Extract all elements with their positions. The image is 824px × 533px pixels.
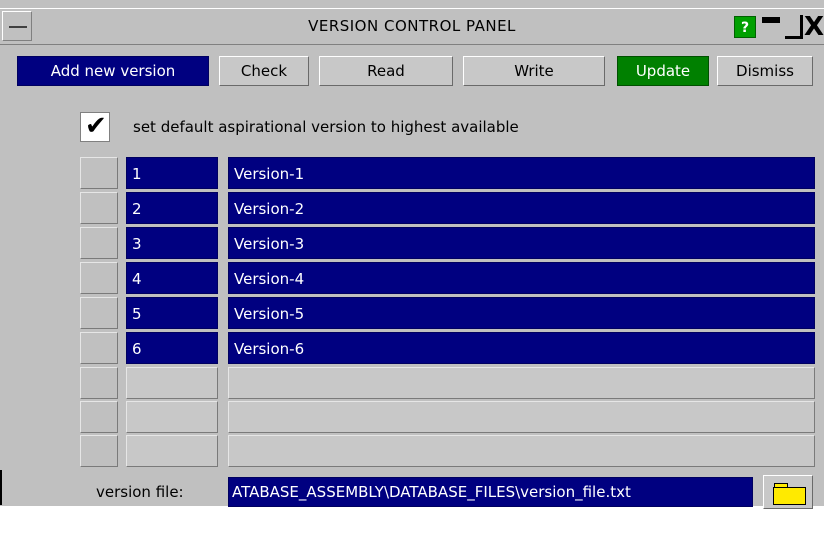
version-number[interactable]: 4 [126, 262, 218, 294]
empty-version-row[interactable] [80, 367, 815, 399]
version-file-input[interactable]: ATABASE_ASSEMBLY\DATABASE_FILES\version_… [228, 477, 753, 507]
toolbar: Add new version Check Read Write Update … [0, 52, 824, 90]
checkmark-icon: ✔ [85, 111, 107, 141]
row-select-button[interactable] [80, 157, 118, 189]
version-name[interactable]: Version-6 [228, 332, 815, 364]
version-name[interactable] [228, 435, 815, 467]
version-number[interactable]: 5 [126, 297, 218, 329]
version-name[interactable]: Version-2 [228, 192, 815, 224]
version-row[interactable]: 3 Version-3 [80, 227, 815, 259]
close-button[interactable]: X [803, 13, 824, 41]
default-highest-checkbox[interactable]: ✔ [80, 111, 110, 142]
empty-version-row[interactable] [80, 401, 815, 433]
version-number[interactable] [126, 401, 218, 433]
version-name[interactable]: Version-3 [228, 227, 815, 259]
minimize-button[interactable] [760, 15, 782, 39]
version-name[interactable]: Version-1 [228, 157, 815, 189]
maximize-button[interactable] [785, 15, 803, 39]
version-number[interactable] [126, 435, 218, 467]
row-select-button[interactable] [80, 227, 118, 259]
version-number[interactable]: 3 [126, 227, 218, 259]
row-select-button[interactable] [80, 367, 118, 399]
version-name[interactable]: Version-5 [228, 297, 815, 329]
browse-folder-button[interactable] [763, 475, 813, 509]
version-number[interactable]: 6 [126, 332, 218, 364]
window-title: VERSION CONTROL PANEL [308, 17, 516, 35]
version-row[interactable]: 6 Version-6 [80, 332, 815, 364]
window-edge [0, 470, 2, 505]
read-button[interactable]: Read [319, 56, 453, 86]
version-number[interactable]: 2 [126, 192, 218, 224]
dismiss-button[interactable]: Dismiss [717, 56, 813, 86]
title-bar[interactable]: VERSION CONTROL PANEL ? X [0, 8, 824, 45]
version-row[interactable]: 4 Version-4 [80, 262, 815, 294]
check-button[interactable]: Check [219, 56, 309, 86]
row-select-button[interactable] [80, 435, 118, 467]
row-select-button[interactable] [80, 297, 118, 329]
update-button[interactable]: Update [617, 56, 709, 86]
folder-icon-body [773, 487, 806, 505]
version-file-label: version file: [96, 483, 184, 501]
version-row[interactable]: 2 Version-2 [80, 192, 815, 224]
version-row[interactable]: 1 Version-1 [80, 157, 815, 189]
minimize-icon [762, 17, 780, 23]
default-highest-label: set default aspirational version to high… [133, 118, 519, 136]
row-select-button[interactable] [80, 332, 118, 364]
help-button[interactable]: ? [734, 16, 756, 38]
row-select-button[interactable] [80, 192, 118, 224]
version-name[interactable]: Version-4 [228, 262, 815, 294]
version-number[interactable]: 1 [126, 157, 218, 189]
row-select-button[interactable] [80, 401, 118, 433]
version-number[interactable] [126, 367, 218, 399]
version-name[interactable] [228, 367, 815, 399]
add-new-version-button[interactable]: Add new version [17, 56, 209, 86]
close-icon: X [803, 12, 824, 42]
version-file-row: version file: ATABASE_ASSEMBLY\DATABASE_… [0, 475, 824, 509]
row-select-button[interactable] [80, 262, 118, 294]
empty-version-row[interactable] [80, 435, 815, 467]
version-name[interactable] [228, 401, 815, 433]
version-row[interactable]: 5 Version-5 [80, 297, 815, 329]
write-button[interactable]: Write [463, 56, 605, 86]
version-control-panel: VERSION CONTROL PANEL ? X Add new versio… [0, 0, 824, 509]
